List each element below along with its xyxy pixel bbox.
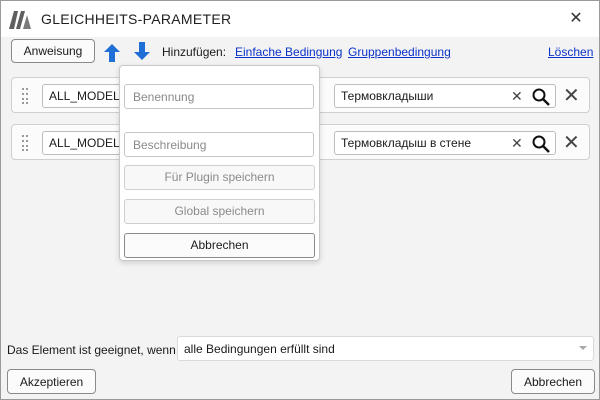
add-group-condition-link[interactable]: Gruppenbedingung [348,45,451,59]
add-simple-condition-link[interactable]: Einfache Bedingung [235,45,342,59]
search-icon[interactable] [532,135,550,153]
close-icon[interactable]: ✕ [567,10,585,28]
remove-condition-icon[interactable]: ✕ [563,86,580,106]
eligibility-select[interactable]: alle Bedingungen erfüllt sind [177,336,594,361]
accept-button[interactable]: Akzeptieren [7,369,96,394]
title-bar: GLEICHHEITS-PARAMETER ✕ [1,1,599,37]
dialog-window: GLEICHHEITS-PARAMETER ✕ Anweisung Hinzuf… [0,0,600,400]
save-for-plugin-button[interactable]: Für Plugin speichern [124,165,315,190]
dialog-title: GLEICHHEITS-PARAMETER [41,11,232,27]
arrow-up-icon[interactable] [104,44,120,62]
search-icon[interactable] [532,88,550,106]
save-condition-popup: Benennung Beschreibung Für Plugin speich… [119,65,320,261]
eligibility-select-value: alle Bedingungen erfüllt sind [184,342,335,356]
add-label: Hinzufügen: [162,45,227,59]
cancel-button[interactable]: Abbrechen [511,369,595,394]
save-global-button[interactable]: Global speichern [124,199,315,224]
remove-condition-icon[interactable]: ✕ [563,133,580,153]
eligibility-label: Das Element ist geeignet, wenn [7,343,176,357]
toolbar: Anweisung Hinzufügen: Einfache Bedingung… [1,37,599,67]
app-logo-icon [9,11,31,29]
drag-handle-icon[interactable] [22,88,30,104]
clear-icon[interactable]: ✕ [511,136,523,150]
clear-icon[interactable]: ✕ [511,89,523,103]
drag-handle-icon[interactable] [22,135,30,151]
arrow-down-icon[interactable] [134,42,150,60]
delete-link[interactable]: Löschen [548,45,593,59]
chevron-down-icon [579,346,587,350]
instruction-button[interactable]: Anweisung [11,39,95,63]
popup-cancel-button[interactable]: Abbrechen [124,233,315,258]
description-input[interactable]: Beschreibung [124,132,314,157]
name-input[interactable]: Benennung [124,84,314,109]
